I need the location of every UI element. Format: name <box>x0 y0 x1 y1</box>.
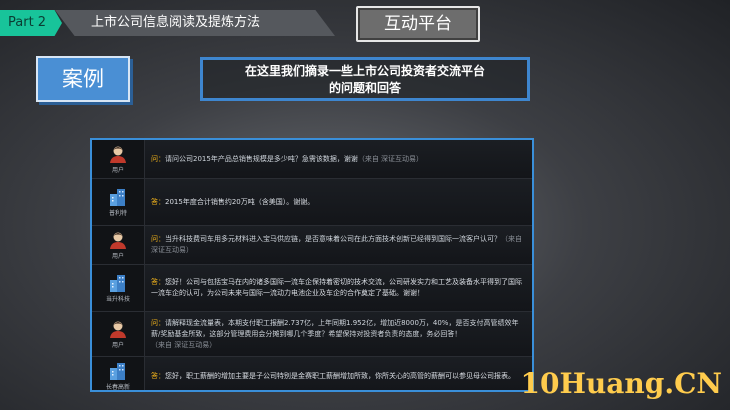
case-label: 案例 <box>36 56 130 102</box>
building-icon <box>110 274 125 292</box>
qa-row: 普利特 答：2015年度合计销售约20万吨（含美国）。谢谢。 <box>92 179 532 226</box>
caption-box: 在这里我们摘录一些上市公司投资者交流平台 的问题和回答 <box>200 57 530 101</box>
role-label: 普利特 <box>108 209 127 217</box>
building-icon <box>110 362 125 380</box>
avatar: 用户 <box>92 312 145 356</box>
part-tag: Part 2 <box>0 10 62 36</box>
message-text: 2015年度合计销售约20万吨（含美国）。谢谢。 <box>165 197 315 206</box>
caption-line-1: 在这里我们摘录一些上市公司投资者交流平台 <box>244 64 485 78</box>
avatar: 用户 <box>92 140 145 178</box>
role-label: 长春高新 <box>105 383 130 391</box>
message-text: 请解释现金流量表，本期支付职工报酬2.737亿，上年同期1.952亿，增加近80… <box>151 318 519 338</box>
qa-panel: 用户 问：请问公司2015年产品总销售规模是多少吨？急需该数据，谢谢（来自 深证… <box>90 138 534 392</box>
qa-row: 长春高新 答：您好，职工薪酬的增加主要是子公司特别是金赛职工薪酬增加所致，你所关… <box>92 357 532 391</box>
role-label: 用户 <box>111 252 124 260</box>
message: 答：2015年度合计销售约20万吨（含美国）。谢谢。 <box>145 179 532 225</box>
source: （来自 深证互动易） <box>151 340 217 349</box>
platform-badge: 互动平台 <box>356 6 480 42</box>
avatar: 当升科技 <box>92 265 145 311</box>
message-text: 您好！公司与包括宝马在内的诸多国际一流车企保持着密切的技术交流，公司研发实力和工… <box>151 278 522 297</box>
avatar: 普利特 <box>92 179 145 225</box>
prefix: 答： <box>151 197 165 206</box>
avatar: 用户 <box>92 226 145 264</box>
source: （来自 深证互动易） <box>357 154 424 163</box>
message-text: 当升科技费司车用多元材料进入宝马供应链，是否意味着公司在此方面技术创新已经得到国… <box>165 235 501 243</box>
message: 问：请解释现金流量表，本期支付职工报酬2.737亿，上年同期1.952亿，增加近… <box>145 312 532 356</box>
qa-row: 用户 问：请解释现金流量表，本期支付职工报酬2.737亿，上年同期1.952亿，… <box>92 312 532 357</box>
user-icon <box>110 146 126 163</box>
caption-line-2: 的问题和回答 <box>328 81 401 95</box>
avatar: 长春高新 <box>92 357 145 391</box>
qa-row: 用户 问：请问公司2015年产品总销售规模是多少吨？急需该数据，谢谢（来自 深证… <box>92 140 532 179</box>
user-icon <box>110 321 126 338</box>
watermark: 10Huang.CN <box>520 367 722 400</box>
prefix: 答： <box>151 278 165 286</box>
qa-row: 用户 问：当升科技费司车用多元材料进入宝马供应链，是否意味着公司在此方面技术创新… <box>92 226 532 265</box>
message: 答：您好！公司与包括宝马在内的诸多国际一流车企保持着密切的技术交流，公司研发实力… <box>145 265 532 311</box>
message-text: 您好，职工薪酬的增加主要是子公司特别是金赛职工薪酬增加所致，你所关心的高管的薪酬… <box>165 371 515 380</box>
prefix: 答： <box>151 371 165 380</box>
message: 问：当升科技费司车用多元材料进入宝马供应链，是否意味着公司在此方面技术创新已经得… <box>145 226 532 264</box>
prefix: 问： <box>151 235 165 243</box>
building-icon <box>110 188 125 206</box>
section-title: 上市公司信息阅读及提炼方法 <box>55 10 335 36</box>
role-label: 当升科技 <box>105 295 130 303</box>
prefix: 问： <box>151 154 165 163</box>
qa-row: 当升科技 答：您好！公司与包括宝马在内的诸多国际一流车企保持着密切的技术交流，公… <box>92 265 532 312</box>
role-label: 用户 <box>111 166 124 174</box>
message: 答：您好，职工薪酬的增加主要是子公司特别是金赛职工薪酬增加所致，你所关心的高管的… <box>145 357 532 390</box>
prefix: 问： <box>151 318 165 327</box>
user-icon <box>110 232 126 249</box>
message: 问：请问公司2015年产品总销售规模是多少吨？急需该数据，谢谢（来自 深证互动易… <box>145 140 532 178</box>
message-text: 请问公司2015年产品总销售规模是多少吨？急需该数据，谢谢 <box>165 154 358 163</box>
role-label: 用户 <box>111 341 124 349</box>
